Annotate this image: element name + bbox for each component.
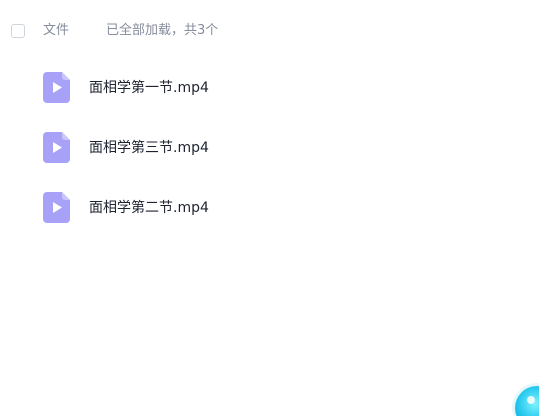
- list-header: 文件 已全部加载，共3个: [0, 0, 539, 62]
- video-file-icon: [43, 192, 70, 223]
- file-list: 面相学第一节.mp4 面相学第三节.mp4 面相学第二节.mp4: [0, 60, 539, 240]
- floating-assistant-button[interactable]: [515, 386, 539, 416]
- file-list-page: 文件 已全部加载，共3个 面相学第一节.mp4 面相学第三节.mp4 面相学第二…: [0, 0, 539, 416]
- video-file-icon: [43, 132, 70, 163]
- shine-highlight: [527, 396, 535, 404]
- load-status-text: 已全部加载，共3个: [106, 23, 219, 38]
- file-name[interactable]: 面相学第三节.mp4: [89, 139, 209, 157]
- select-all-checkbox[interactable]: [11, 24, 25, 38]
- file-name[interactable]: 面相学第二节.mp4: [89, 199, 209, 217]
- file-row[interactable]: 面相学第一节.mp4: [0, 60, 539, 120]
- video-file-icon: [43, 72, 70, 103]
- file-row[interactable]: 面相学第二节.mp4: [0, 180, 539, 240]
- file-name[interactable]: 面相学第一节.mp4: [89, 79, 209, 97]
- file-column-label: 文件: [43, 23, 70, 38]
- file-row[interactable]: 面相学第三节.mp4: [0, 120, 539, 180]
